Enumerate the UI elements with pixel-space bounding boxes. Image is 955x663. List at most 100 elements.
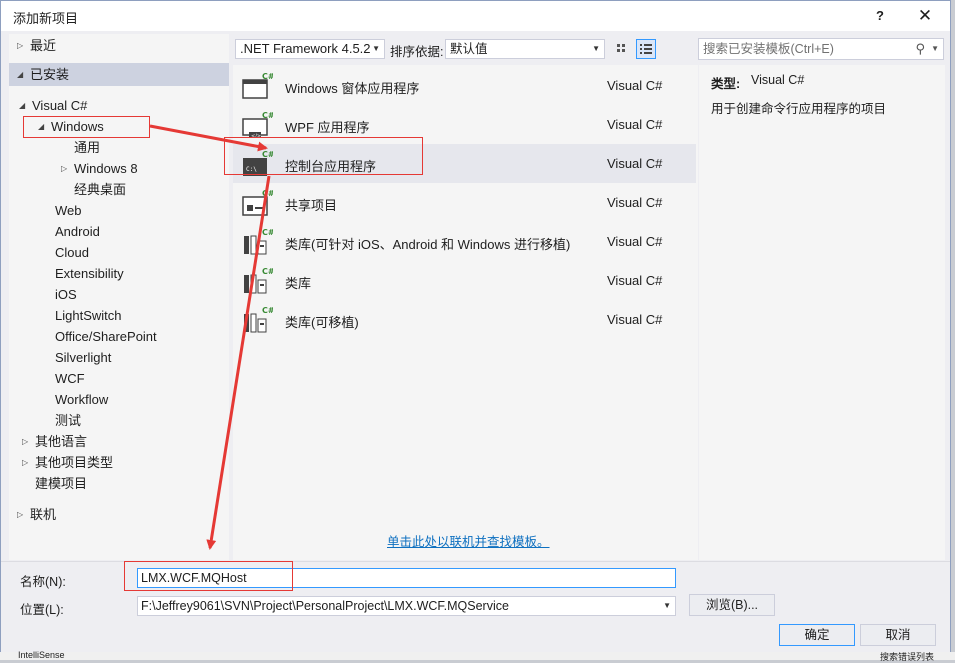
template-row[interactable]: C#</> WPF 应用程序 Visual C# (233, 105, 696, 144)
template-language: Visual C# (607, 78, 663, 93)
template-category-tree: ▷ 最近 ◢ 已安装 ◢ Visual C# ◢ Windows 通用 ▷ Windows… (9, 34, 229, 560)
template-language: Visual C# (607, 312, 663, 327)
grid-view-button[interactable] (612, 39, 632, 59)
wpf-icon: C#</> (241, 110, 273, 140)
tree-node-windows8[interactable]: ▷ Windows 8 (61, 159, 138, 179)
tree-node-other-languages[interactable]: ▷ 其他语言 (22, 432, 87, 452)
location-dropdown[interactable]: F:\Jeffrey9061\SVN\Project\PersonalProje… (137, 596, 676, 616)
tree-node-windows[interactable]: ◢ Windows (38, 117, 104, 137)
expand-arrow-icon: ▷ (61, 164, 68, 173)
type-label: 类型: (711, 77, 741, 91)
expand-arrow-icon: ▷ (17, 510, 24, 519)
expand-arrow-icon: ▷ (22, 458, 29, 467)
template-language: Visual C# (607, 273, 663, 288)
tree-node-lightswitch[interactable]: LightSwitch (55, 306, 121, 326)
tree-node-recent[interactable]: ▷ 最近 (17, 36, 56, 56)
dialog-title: 添加新项目 (13, 11, 79, 26)
background-editor-strip: IntelliSense 搜索错误列表 (0, 650, 955, 662)
portable-class-library-icon: C# (241, 305, 273, 335)
class-library-icon: C# (241, 266, 273, 296)
tree-node-workflow[interactable]: Workflow (55, 390, 108, 410)
expand-arrow-icon: ▷ (17, 41, 24, 50)
tree-node-other-project-types[interactable]: ▷ 其他项目类型 (22, 453, 113, 473)
template-list: C#Windows 窗体应用程序Visual C#C#</>WPF 应用程序Vi… (233, 65, 698, 560)
tree-node-visual-csharp[interactable]: ◢ Visual C# (19, 96, 87, 116)
template-language: Visual C# (607, 195, 663, 210)
browse-button[interactable]: 浏览(B)... (689, 594, 775, 616)
template-row[interactable]: C# 类库(可移植) Visual C# (233, 300, 696, 339)
grid-view-icon (617, 44, 625, 52)
template-language: Visual C# (607, 234, 663, 249)
svg-text:C:\: C:\ (246, 166, 257, 173)
background-error-list-text: 搜索错误列表 (880, 652, 935, 662)
cancel-button[interactable]: 取消 (860, 624, 936, 646)
background-intellisense-text: IntelliSense (18, 650, 65, 660)
template-name: 类库 (285, 276, 312, 291)
tree-node-office-sharepoint[interactable]: Office/SharePoint (55, 327, 157, 347)
close-button[interactable]: ✕ (908, 3, 942, 29)
location-label: 位置(L): (20, 603, 64, 617)
sort-label: 排序依据: (390, 45, 444, 59)
tree-node-web[interactable]: Web (55, 201, 82, 221)
portable-library-icon: C# (241, 227, 273, 257)
template-row[interactable]: C# Windows 窗体应用程序 Visual C# (233, 66, 696, 105)
expand-arrow-icon: ▷ (22, 437, 29, 446)
svg-text:C#: C# (262, 228, 273, 237)
add-new-project-dialog: 添加新项目 ? ✕ ▷ 最近 ◢ 已安装 ◢ Visual C# ◢ Windows 通… (0, 0, 951, 653)
svg-text:C#: C# (262, 267, 273, 276)
collapse-arrow-icon: ◢ (17, 70, 24, 79)
help-button[interactable]: ? (863, 3, 897, 29)
tree-node-general[interactable]: 通用 (74, 138, 100, 158)
tree-node-classic-desktop[interactable]: 经典桌面 (74, 180, 126, 200)
dropdown-arrow-icon: ▼ (372, 44, 380, 53)
dropdown-arrow-icon: ▼ (592, 44, 600, 53)
svg-text:</>: </> (251, 134, 261, 140)
tree-node-android[interactable]: Android (55, 222, 100, 242)
ok-button[interactable]: 确定 (779, 624, 855, 646)
framework-dropdown[interactable]: .NET Framework 4.5.2 ▼ (235, 39, 385, 59)
tree-node-silverlight[interactable]: Silverlight (55, 348, 111, 368)
search-icon: ⚲ (915, 41, 925, 56)
template-description: 用于创建命令行应用程序的项目 (711, 102, 887, 116)
template-language: Visual C# (607, 117, 663, 132)
template-search-input[interactable]: 搜索已安装模板(Ctrl+E) ⚲ ▼ (698, 38, 944, 60)
template-name: 类库(可针对 iOS、Android 和 Windows 进行移植) (285, 237, 571, 252)
template-name: Windows 窗体应用程序 (285, 81, 420, 96)
sort-dropdown[interactable]: 默认值 ▼ (445, 39, 605, 59)
dropdown-arrow-icon: ▼ (663, 601, 671, 610)
template-row[interactable]: C# 类库 Visual C# (233, 261, 696, 300)
template-name: 类库(可移植) (285, 315, 359, 330)
name-label: 名称(N): (20, 575, 66, 589)
collapse-arrow-icon: ◢ (38, 122, 45, 131)
template-name: WPF 应用程序 (285, 120, 370, 135)
template-language: Visual C# (607, 156, 663, 171)
template-details-pane: 类型: Visual C# 用于创建命令行应用程序的项目 (699, 65, 945, 560)
tree-node-wcf[interactable]: WCF (55, 369, 85, 389)
svg-text:C#: C# (262, 306, 273, 315)
list-view-button[interactable] (636, 39, 656, 59)
template-row[interactable]: C# 类库(可针对 iOS、Android 和 Windows 进行移植) Visu… (233, 222, 696, 261)
list-view-icon (640, 44, 652, 54)
template-row[interactable]: C# 共享项目 Visual C# (233, 183, 696, 222)
tree-node-installed[interactable]: ◢ 已安装 (9, 63, 229, 86)
template-name: 控制台应用程序 (285, 159, 377, 174)
find-templates-online-link[interactable]: 单击此处以联机并查找模板。 (387, 531, 550, 550)
shared-project-icon: C# (241, 188, 273, 218)
title-bar: 添加新项目 ? ✕ (1, 1, 950, 31)
tree-node-cloud[interactable]: Cloud (55, 243, 89, 263)
tree-node-extensibility[interactable]: Extensibility (55, 264, 124, 284)
template-name: 共享项目 (285, 198, 338, 213)
project-form: 名称(N): LMX.WCF.MQHost 位置(L): F:\Jeffrey9… (1, 561, 950, 653)
collapse-arrow-icon: ◢ (19, 101, 26, 110)
tree-node-online[interactable]: ▷ 联机 (17, 505, 56, 525)
console-icon: C# C:\ (241, 149, 273, 179)
tree-node-ios[interactable]: iOS (55, 285, 77, 305)
tree-node-test[interactable]: 测试 (55, 411, 81, 431)
svg-text:C#: C# (262, 150, 273, 159)
tree-node-modeling[interactable]: 建模项目 (35, 474, 87, 494)
winforms-icon: C# (241, 71, 273, 101)
type-value: Visual C# (751, 73, 805, 87)
template-row[interactable]: C# C:\ 控制台应用程序 Visual C# (233, 144, 696, 183)
project-name-input[interactable]: LMX.WCF.MQHost (137, 568, 676, 588)
dropdown-arrow-icon: ▼ (931, 44, 939, 53)
